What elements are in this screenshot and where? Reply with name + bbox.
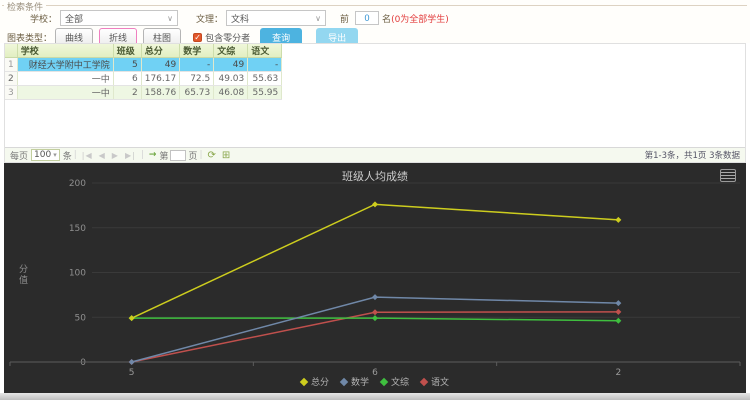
column-header[interactable]: 语文 bbox=[248, 44, 282, 58]
top-n-label: 前 bbox=[340, 12, 349, 25]
row-number: 3 bbox=[5, 86, 17, 100]
search-conditions-panel: 检索条件 学校： 全部 ∨ 文理： 文科 ∨ 前 名 (0为全部学生) 图表类型… bbox=[0, 0, 750, 43]
fieldset-legend: 检索条件 bbox=[4, 0, 46, 13]
table-row[interactable]: 3一中2158.7665.7346.0855.95 bbox=[5, 86, 282, 100]
include-zero-label: 包含零分者 bbox=[205, 31, 250, 44]
per-page-suffix: 条 bbox=[63, 149, 72, 162]
top-n-hint: (0为全部学生) bbox=[391, 12, 449, 25]
cell: 158.76 bbox=[141, 86, 180, 100]
school-label: 学校： bbox=[30, 12, 57, 25]
row-number: 1 bbox=[5, 58, 17, 72]
cell: 55.95 bbox=[248, 86, 282, 100]
svg-text:0: 0 bbox=[80, 358, 86, 368]
chart-type-label: 图表类型： bbox=[7, 31, 52, 44]
column-header[interactable]: 文综 bbox=[214, 44, 248, 58]
line-chart-canvas[interactable]: 050100150200562 bbox=[4, 163, 746, 393]
cell: 49 bbox=[214, 58, 248, 72]
legend-marker-icon bbox=[300, 377, 308, 385]
cell: 2 bbox=[113, 86, 141, 100]
column-header[interactable]: 数学 bbox=[180, 44, 214, 58]
cell: 46.08 bbox=[214, 86, 248, 100]
chevron-down-icon: ∨ bbox=[167, 14, 173, 23]
cell: 5 bbox=[113, 58, 141, 72]
svg-text:200: 200 bbox=[69, 179, 86, 189]
last-page-icon[interactable]: ▶| bbox=[125, 151, 136, 160]
next-page-icon[interactable]: ▶ bbox=[112, 151, 119, 160]
first-page-icon[interactable]: |◀ bbox=[82, 151, 93, 160]
cell: 65.73 bbox=[180, 86, 214, 100]
chart-legend: 总分数学文综语文 bbox=[4, 375, 746, 388]
cell: 一中 bbox=[17, 86, 113, 100]
cell: - bbox=[180, 58, 214, 72]
svg-text:100: 100 bbox=[69, 269, 86, 279]
window-bottom-edge bbox=[0, 393, 750, 400]
include-zero-checkbox[interactable]: ✓ bbox=[193, 33, 202, 42]
per-page-value: 100 bbox=[34, 150, 51, 160]
arts-select-value: 文科 bbox=[231, 12, 249, 25]
goto-page-icon[interactable]: → bbox=[149, 150, 157, 160]
legend-item-总分[interactable]: 总分 bbox=[301, 375, 329, 388]
cell: 49 bbox=[141, 58, 180, 72]
refresh-icon[interactable]: ⟳ bbox=[207, 150, 215, 161]
table-row[interactable]: 2一中6176.1772.549.0355.63 bbox=[5, 72, 282, 86]
column-header[interactable]: 学校 bbox=[17, 44, 113, 58]
cell: 财经大学附中工学院 bbox=[17, 58, 113, 72]
cell: - bbox=[248, 58, 282, 72]
legend-marker-icon bbox=[340, 377, 348, 385]
results-table: 学校班级总分数学文综语文 1财经大学附中工学院549-49-2一中6176.17… bbox=[5, 44, 282, 100]
cell: 49.03 bbox=[214, 72, 248, 86]
record-count-info: 第1-3条，共1页 3条数据 bbox=[645, 149, 740, 161]
cell: 176.17 bbox=[141, 72, 180, 86]
row-number: 2 bbox=[5, 72, 17, 86]
cell: 一中 bbox=[17, 72, 113, 86]
school-select[interactable]: 全部 ∨ bbox=[60, 10, 178, 26]
cell: 6 bbox=[113, 72, 141, 86]
svg-text:50: 50 bbox=[75, 313, 87, 323]
results-grid: 学校班级总分数学文综语文 1财经大学附中工学院549-49-2一中6176.17… bbox=[4, 43, 746, 163]
per-page-label: 每页 bbox=[10, 149, 28, 162]
filter-row-1: 学校： 全部 ∨ 文理： 文科 ∨ 前 名 (0为全部学生) bbox=[0, 10, 750, 26]
cell: 55.63 bbox=[248, 72, 282, 86]
top-n-suffix: 名 bbox=[382, 12, 391, 25]
top-n-input[interactable] bbox=[355, 11, 379, 25]
table-row[interactable]: 1财经大学附中工学院549-49- bbox=[5, 58, 282, 72]
goto-label: 第 bbox=[159, 149, 168, 162]
school-select-value: 全部 bbox=[65, 12, 83, 25]
goto-page-input[interactable] bbox=[170, 150, 186, 161]
legend-item-文综[interactable]: 文综 bbox=[381, 375, 409, 388]
svg-text:150: 150 bbox=[69, 224, 86, 234]
prev-page-icon[interactable]: ◀ bbox=[99, 151, 106, 160]
grid-body: 1财经大学附中工学院549-49-2一中6176.1772.549.0355.6… bbox=[5, 58, 282, 100]
column-header[interactable]: 班级 bbox=[113, 44, 141, 58]
per-page-select[interactable]: 100 ▾ bbox=[31, 149, 60, 161]
chevron-down-icon: ∨ bbox=[315, 14, 321, 23]
column-header[interactable]: 总分 bbox=[141, 44, 180, 58]
arts-select[interactable]: 文科 ∨ bbox=[226, 10, 326, 26]
legend-item-数学[interactable]: 数学 bbox=[341, 375, 369, 388]
cell: 72.5 bbox=[180, 72, 214, 86]
class-average-chart[interactable]: 班级人均成绩 分值 050100150200562 总分数学文综语文 bbox=[4, 163, 746, 393]
fieldset-border bbox=[2, 5, 747, 6]
arts-label: 文理： bbox=[196, 12, 223, 25]
legend-marker-icon bbox=[420, 377, 428, 385]
table-header-row: 学校班级总分数学文综语文 bbox=[5, 44, 282, 58]
pager-bar: 每页 100 ▾ 条 | |◀ ◀ ▶ ▶| | → 第 页 | ⟳ ⊞ 第1-… bbox=[5, 147, 745, 162]
goto-suffix: 页 bbox=[188, 149, 197, 162]
legend-marker-icon bbox=[380, 377, 388, 385]
chevron-down-icon: ▾ bbox=[53, 151, 57, 159]
legend-item-语文[interactable]: 语文 bbox=[421, 375, 449, 388]
fullscreen-icon[interactable]: ⊞ bbox=[222, 150, 230, 161]
